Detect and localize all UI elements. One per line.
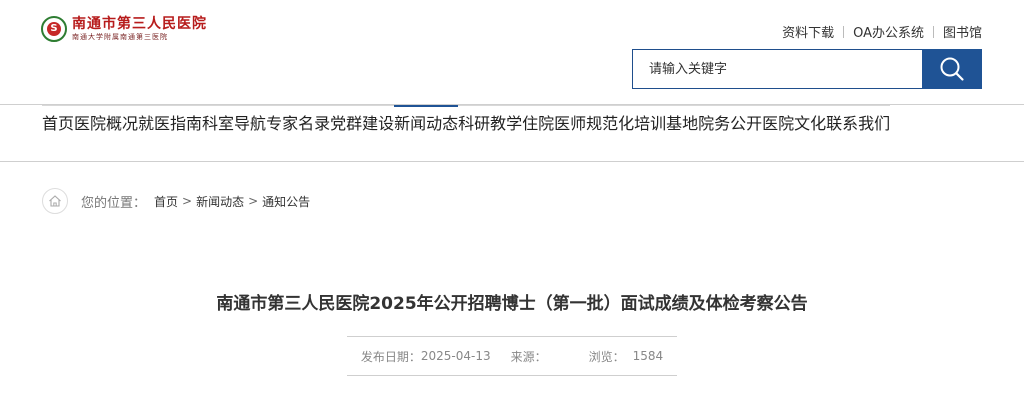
nav-active-indicator [394, 105, 458, 107]
logo-text: 南通市第三人民医院 南通大学附属南通第三医院 [72, 16, 207, 42]
search-input[interactable] [632, 49, 922, 89]
link-library[interactable]: 图书馆 [943, 22, 982, 41]
publish-date: 2025-04-13 [420, 349, 491, 363]
source-label: 来源： [510, 349, 547, 364]
nav-item-guide[interactable]: 就医指南 [138, 114, 202, 134]
top-links: 资料下载 OA办公系统 图书馆 [782, 22, 982, 41]
breadcrumb: 您的位置： 首页 > 新闻动态 > 通知公告 [42, 187, 310, 215]
article-meta: 发布日期： 2025-04-13 来源： 浏览： 1584 [347, 336, 677, 376]
views-label: 浏览： [588, 349, 625, 364]
view-count: 1584 [632, 349, 664, 363]
nav-item-departments[interactable]: 科室导航 [202, 114, 266, 134]
breadcrumb-news[interactable]: 新闻动态 [196, 193, 244, 210]
logo-name: 南通市第三人民医院 [72, 16, 207, 32]
breadcrumb-label: 您的位置： [81, 195, 147, 211]
article-title: 南通市第三人民医院2025年公开招聘博士（第一批）面试成绩及体检考察公告 [216, 294, 808, 314]
search-bar [632, 49, 982, 89]
nav-item-research[interactable]: 科研教学 [458, 114, 522, 134]
search-icon [940, 57, 964, 81]
breadcrumb-notices[interactable]: 通知公告 [262, 193, 310, 210]
nav-item-experts[interactable]: 专家名录 [266, 114, 330, 134]
home-icon-wrapper[interactable] [42, 188, 68, 214]
divider [932, 25, 934, 38]
site-header: S 南通市第三人民医院 南通大学附属南通第三医院 资料下载 OA办公系统 图书馆 [0, 0, 1024, 104]
hospital-logo[interactable]: S 南通市第三人民医院 南通大学附属南通第三医院 [41, 14, 207, 44]
breadcrumb-separator: > [248, 194, 259, 208]
breadcrumb-separator: > [182, 194, 193, 208]
divider [843, 25, 845, 38]
nav-item-party[interactable]: 党群建设 [330, 114, 394, 134]
search-button[interactable] [922, 49, 982, 89]
home-icon [49, 195, 61, 207]
logo-subtitle: 南通大学附属南通第三医院 [72, 33, 168, 41]
hospital-emblem-icon: S [41, 16, 67, 42]
nav-item-culture[interactable]: 医院文化 [762, 114, 826, 134]
nav-item-home[interactable]: 首页 [42, 114, 74, 134]
link-oa-system[interactable]: OA办公系统 [853, 22, 924, 41]
nav-top-line [42, 105, 890, 106]
main-nav: 首页 医院概况 就医指南 科室导航 专家名录 党群建设 新闻动态 科研教学 住院… [0, 104, 1024, 162]
date-label: 发布日期： [360, 349, 421, 364]
nav-item-contact[interactable]: 联系我们 [826, 114, 890, 134]
nav-item-residency[interactable]: 住院医师规范化培训基地 [522, 114, 698, 134]
breadcrumb-home[interactable]: 首页 [154, 193, 178, 210]
link-downloads[interactable]: 资料下载 [782, 22, 834, 41]
nav-item-news[interactable]: 新闻动态 [394, 114, 458, 134]
nav-list: 首页 医院概况 就医指南 科室导航 专家名录 党群建设 新闻动态 科研教学 住院… [42, 114, 890, 134]
nav-item-about[interactable]: 医院概况 [74, 114, 138, 134]
nav-item-affairs[interactable]: 院务公开 [698, 114, 762, 134]
